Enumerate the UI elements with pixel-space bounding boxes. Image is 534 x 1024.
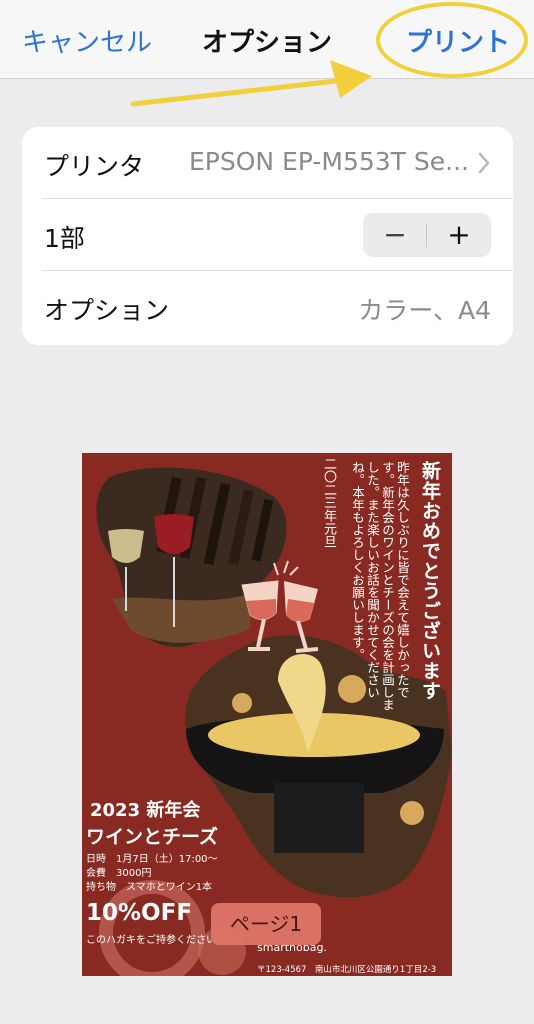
printer-label: プリンタ xyxy=(44,152,145,181)
printer-value: EPSON EP-M553T Se... xyxy=(188,147,469,176)
printer-row[interactable]: プリンタ EPSON EP-M553T Se... xyxy=(22,127,513,199)
decrement-button[interactable]: − xyxy=(363,213,427,257)
event-theme: ワインとチーズ xyxy=(86,826,219,848)
greeting-headline: 新年おめでとうございます xyxy=(419,461,441,701)
event-fee: 会費 3000円 xyxy=(86,868,152,879)
options-label: オプション xyxy=(44,296,170,325)
chevron-right-icon xyxy=(478,152,490,174)
postcard-note: このハガキをご持参ください xyxy=(86,935,216,946)
event-bring: 持ち物 スマホとワイン1本 xyxy=(86,882,213,893)
greeting-body: 昨年は久しぶりに皆で会えて嬉しかったです。新年会のワインとチーズの会を計画しまし… xyxy=(350,461,410,711)
copies-stepper: − + xyxy=(363,213,491,257)
annotation-arrow-icon xyxy=(130,60,372,107)
print-options-card: プリンタ EPSON EP-M553T Se... 1部 − + オプション カ… xyxy=(22,127,513,345)
print-preview-page[interactable]: 新年おめでとうございます 昨年は久しぶりに皆で会えて嬉しかったです。新年会のワイ… xyxy=(82,453,452,976)
options-row[interactable]: オプション カラー、A4 xyxy=(22,271,513,343)
options-value: カラー、A4 xyxy=(358,296,491,325)
copies-label: 1部 xyxy=(44,224,85,253)
event-year: 2023 新年会 xyxy=(90,800,201,821)
event-date: 日時 1月7日（土）17:00～ xyxy=(86,854,218,865)
discount-text: 10%OFF xyxy=(86,900,193,926)
increment-button[interactable]: + xyxy=(427,213,491,257)
greeting-date: 二〇二三年元旦 xyxy=(321,457,336,548)
address-text: 〒123-4567 南山市北川区公園通り1丁目2-3 xyxy=(257,965,437,975)
page-badge: ページ1 xyxy=(211,903,321,945)
copies-row: 1部 − + xyxy=(22,199,513,271)
